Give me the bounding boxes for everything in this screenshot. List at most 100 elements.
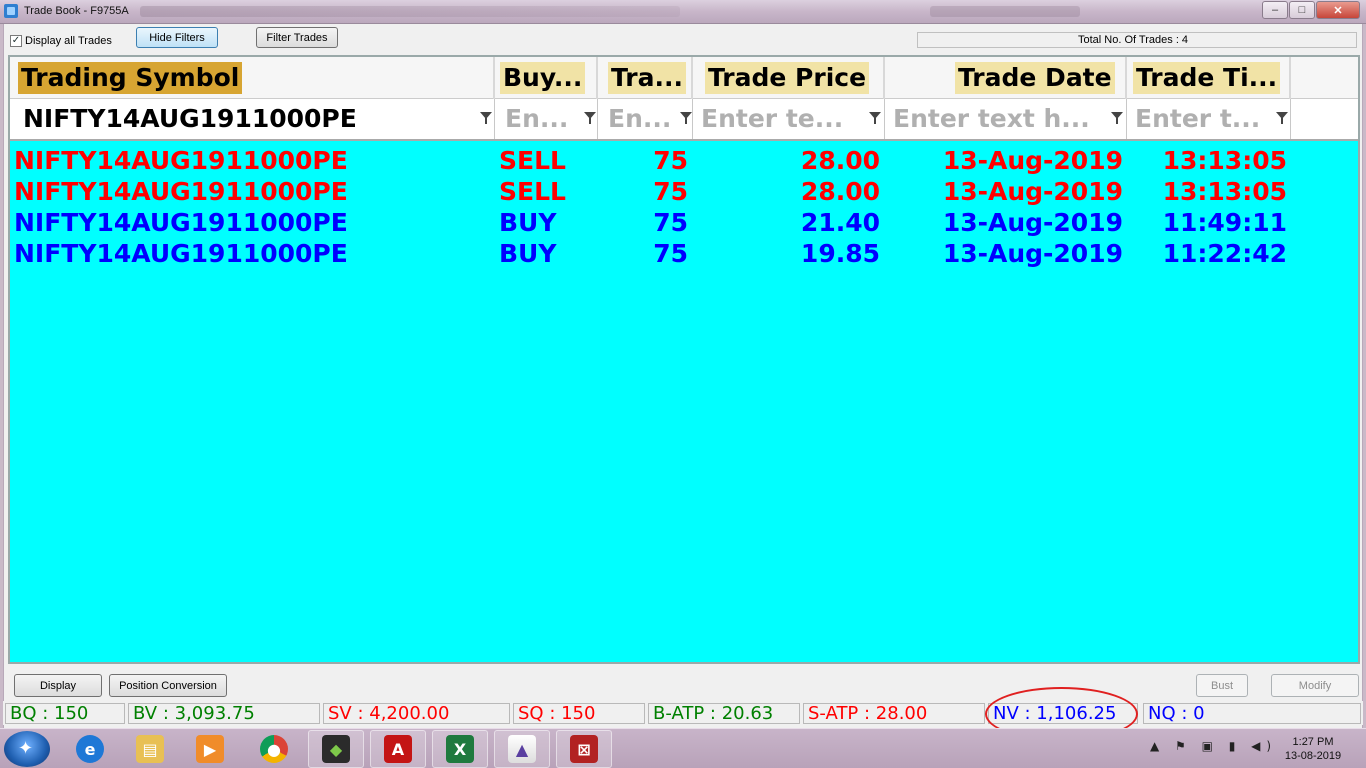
filter-cell-trade-price: Enter te... <box>693 99 885 139</box>
cell-side: SELL <box>499 177 566 206</box>
internet-explorer-icon: e <box>76 735 104 763</box>
total-trades-text: Total No. Of Trades : 4 <box>1078 34 1189 46</box>
cell-time: 11:22:42 <box>1162 239 1287 268</box>
column-header-trade-date[interactable]: Trade Date <box>885 57 1127 99</box>
header-label: Trade Date <box>955 62 1115 94</box>
filter-funnel-icon[interactable] <box>480 112 492 126</box>
filter-cell-trade-qty: En... <box>598 99 693 139</box>
cell-side: BUY <box>499 239 557 268</box>
trade-book-window: ✓ Display all Trades Hide Filters Filter… <box>3 24 1363 729</box>
trading-terminal-icon: ◆ <box>322 735 350 763</box>
buy-quantity: BQ : 150 <box>5 703 125 724</box>
filter-funnel-icon[interactable] <box>584 112 596 126</box>
column-header-trade-qty[interactable]: Tra... <box>598 57 693 99</box>
excel-icon: X <box>446 735 474 763</box>
filter-cell-trade-date: Enter text h... <box>885 99 1127 139</box>
filter-funnel-icon[interactable] <box>1111 112 1123 126</box>
folder-icon: ▤ <box>136 735 164 763</box>
cell-date: 13-Aug-2019 <box>942 177 1123 206</box>
buy-sell-filter-input[interactable]: En... <box>500 101 572 137</box>
pdf-icon: A <box>384 735 412 763</box>
header-label: Trade Price <box>705 62 870 94</box>
symbol-filter-input[interactable]: NIFTY14AUG1911000PE <box>18 101 473 137</box>
sell-value: SV : 4,200.00 <box>323 703 510 724</box>
taskbar-media-player[interactable]: ▶ <box>182 730 238 768</box>
cell-date: 13-Aug-2019 <box>942 208 1123 237</box>
table-row[interactable]: NIFTY14AUG1911000PE BUY 75 19.85 13-Aug-2019… <box>10 238 1358 269</box>
taskbar-internet-explorer[interactable]: e <box>62 730 118 768</box>
header-label: Trading Symbol <box>18 62 243 94</box>
trade-price-filter-input[interactable]: Enter te... <box>696 101 851 137</box>
cell-symbol: NIFTY14AUG1911000PE <box>14 208 348 237</box>
minimize-button[interactable]: – <box>1262 1 1288 19</box>
cell-symbol: NIFTY14AUG1911000PE <box>14 239 348 268</box>
column-header-trade-time[interactable]: Trade Ti... <box>1127 57 1291 99</box>
cell-side: BUY <box>499 208 557 237</box>
filter-cell-buy-sell: En... <box>495 99 598 139</box>
system-tray[interactable]: ▲ ⚑ ▣ ▮ ◀) <box>1150 739 1277 753</box>
clock[interactable]: 1:27 PM 13-08-2019 <box>1278 735 1348 763</box>
blurred-title-text-right <box>930 6 1080 17</box>
triangle-app-icon: ▲ <box>508 735 536 763</box>
header-label: Buy... <box>500 62 586 94</box>
start-button[interactable] <box>4 731 50 767</box>
cell-symbol: NIFTY14AUG1911000PE <box>14 146 348 175</box>
window-title: Trade Book - F9755A <box>24 5 129 17</box>
taskbar-chrome[interactable]: ● <box>246 730 302 768</box>
header-label: Trade Ti... <box>1133 62 1281 94</box>
sell-quantity: SQ : 150 <box>513 703 645 724</box>
modify-button[interactable]: Modify <box>1271 674 1359 697</box>
display-button[interactable]: Display <box>14 674 102 697</box>
clock-date: 13-08-2019 <box>1284 750 1342 762</box>
close-button[interactable]: ✕ <box>1316 1 1360 19</box>
taskbar-app-triangle[interactable]: ▲ <box>494 730 550 768</box>
filter-cell-trade-time: Enter t... <box>1127 99 1291 139</box>
cell-price: 19.85 <box>800 239 880 268</box>
table-row[interactable]: NIFTY14AUG1911000PE BUY 75 21.40 13-Aug-2019… <box>10 207 1358 238</box>
status-bar: BQ : 150 BV : 3,093.75 SV : 4,200.00 SQ … <box>3 701 1363 725</box>
column-header-trade-price[interactable]: Trade Price <box>693 57 885 99</box>
trades-grid: Trading Symbol Buy... Tra... Trade Price… <box>8 55 1360 664</box>
filter-funnel-icon[interactable] <box>680 112 692 126</box>
taskbar-file-explorer[interactable]: ▤ <box>122 730 178 768</box>
display-all-trades-toggle[interactable]: ✓ Display all Trades <box>10 35 112 47</box>
buy-avg-trade-price: B-ATP : 20.63 <box>648 703 800 724</box>
filter-funnel-icon[interactable] <box>869 112 881 126</box>
column-header-buy-sell[interactable]: Buy... <box>495 57 598 99</box>
cell-time: 13:13:05 <box>1162 146 1287 175</box>
cell-symbol: NIFTY14AUG1911000PE <box>14 177 348 206</box>
display-all-checkbox[interactable]: ✓ <box>10 35 22 47</box>
filter-trades-button[interactable]: Filter Trades <box>256 27 338 48</box>
taskbar-app-red[interactable]: ⊠ <box>556 730 612 768</box>
trade-date-filter-input[interactable]: Enter text h... <box>888 101 1098 137</box>
taskbar-excel[interactable]: X <box>432 730 488 768</box>
cell-date: 13-Aug-2019 <box>942 146 1123 175</box>
red-app-icon: ⊠ <box>570 735 598 763</box>
total-trades-box: Total No. Of Trades : 4 <box>917 32 1357 48</box>
media-player-icon: ▶ <box>196 735 224 763</box>
sell-avg-trade-price: S-ATP : 28.00 <box>803 703 985 724</box>
taskbar-acrobat[interactable]: A <box>370 730 426 768</box>
cell-time: 13:13:05 <box>1162 177 1287 206</box>
table-row[interactable]: NIFTY14AUG1911000PE SELL 75 28.00 13-Aug-201… <box>10 145 1358 176</box>
cell-time: 11:49:11 <box>1162 208 1287 237</box>
trade-qty-filter-input[interactable]: En... <box>603 101 671 137</box>
position-conversion-button[interactable]: Position Conversion <box>109 674 227 697</box>
clock-time: 1:27 PM <box>1292 736 1334 748</box>
grid-header-row: Trading Symbol Buy... Tra... Trade Price… <box>10 57 1358 99</box>
cell-side: SELL <box>499 146 566 175</box>
taskbar-trading-terminal[interactable]: ◆ <box>308 730 364 768</box>
hide-filters-button[interactable]: Hide Filters <box>136 27 218 48</box>
header-label: Tra... <box>608 62 686 94</box>
table-row[interactable]: NIFTY14AUG1911000PE SELL 75 28.00 13-Aug-201… <box>10 176 1358 207</box>
bust-button[interactable]: Bust <box>1196 674 1248 697</box>
column-header-trading-symbol[interactable]: Trading Symbol <box>10 57 495 99</box>
trade-time-filter-input[interactable]: Enter t... <box>1130 101 1270 137</box>
display-all-label: Display all Trades <box>25 35 112 47</box>
cell-qty: 75 <box>653 208 688 237</box>
filter-funnel-icon[interactable] <box>1276 112 1288 126</box>
cell-date: 13-Aug-2019 <box>942 239 1123 268</box>
maximize-button[interactable]: □ <box>1289 1 1315 19</box>
cell-price: 28.00 <box>800 146 880 175</box>
cell-price: 28.00 <box>800 177 880 206</box>
